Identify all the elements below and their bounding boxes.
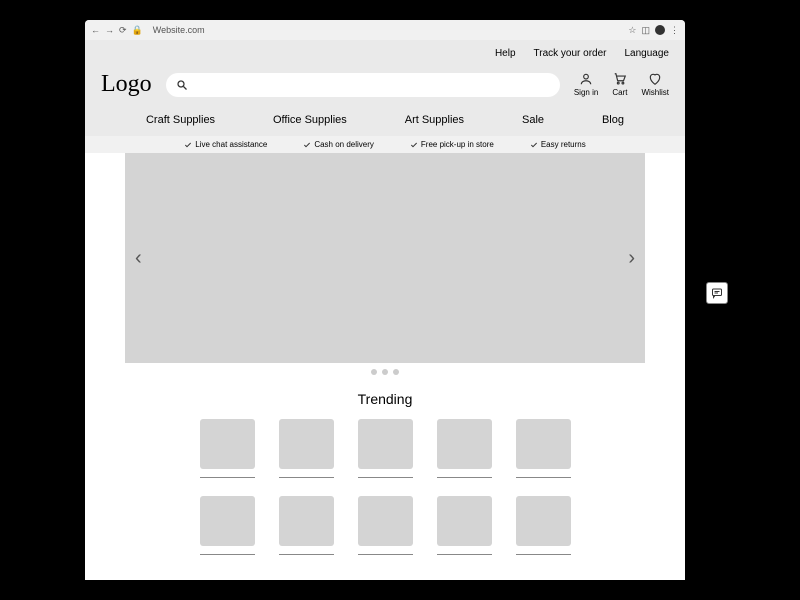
product-image bbox=[279, 496, 334, 546]
product-label-placeholder bbox=[279, 554, 334, 555]
carousel-prev-button[interactable]: ‹ bbox=[135, 247, 142, 270]
chat-icon bbox=[711, 287, 723, 299]
signin-button[interactable]: Sign in bbox=[574, 72, 598, 97]
product-card[interactable] bbox=[516, 419, 571, 478]
forward-icon[interactable]: → bbox=[105, 25, 114, 35]
hero-carousel: ‹ › bbox=[125, 153, 645, 363]
wishlist-label: Wishlist bbox=[641, 88, 669, 97]
product-card[interactable] bbox=[437, 496, 492, 555]
benefit-cod: Cash on delivery bbox=[303, 140, 374, 149]
benefit-bar: Live chat assistance Cash on delivery Fr… bbox=[85, 136, 685, 153]
back-icon[interactable]: ← bbox=[91, 25, 100, 35]
track-order-link[interactable]: Track your order bbox=[534, 48, 607, 59]
product-label-placeholder bbox=[200, 554, 255, 555]
benefit-chat-label: Live chat assistance bbox=[195, 140, 267, 149]
product-label-placeholder bbox=[516, 477, 571, 478]
carousel-dot[interactable] bbox=[382, 369, 388, 375]
product-label-placeholder bbox=[516, 554, 571, 555]
benefit-returns: Easy returns bbox=[530, 140, 586, 149]
trending-row-1 bbox=[85, 419, 685, 478]
product-image bbox=[279, 419, 334, 469]
product-image bbox=[358, 419, 413, 469]
lock-icon: 🔒 bbox=[132, 25, 143, 36]
product-card[interactable] bbox=[358, 496, 413, 555]
cart-icon bbox=[613, 72, 627, 86]
product-label-placeholder bbox=[358, 554, 413, 555]
star-icon[interactable]: ☆ bbox=[628, 25, 636, 36]
reload-icon[interactable]: ⟳ bbox=[119, 25, 127, 36]
header: Logo Sign in Cart Wishlist bbox=[85, 67, 685, 108]
url-text[interactable]: Website.com bbox=[153, 25, 623, 35]
product-image bbox=[358, 496, 413, 546]
product-card[interactable] bbox=[437, 419, 492, 478]
product-card[interactable] bbox=[200, 419, 255, 478]
wishlist-button[interactable]: Wishlist bbox=[641, 72, 669, 97]
carousel-dots bbox=[85, 369, 685, 375]
product-image bbox=[437, 419, 492, 469]
product-label-placeholder bbox=[279, 477, 334, 478]
product-image bbox=[200, 496, 255, 546]
main-nav: Craft Supplies Office Supplies Art Suppl… bbox=[85, 108, 685, 136]
product-card[interactable] bbox=[279, 419, 334, 478]
cart-label: Cart bbox=[612, 88, 627, 97]
product-label-placeholder bbox=[200, 477, 255, 478]
carousel-next-button[interactable]: › bbox=[628, 247, 635, 270]
heart-icon bbox=[648, 72, 662, 86]
product-image bbox=[437, 496, 492, 546]
nav-blog[interactable]: Blog bbox=[602, 114, 624, 126]
signin-label: Sign in bbox=[574, 88, 598, 97]
nav-office-supplies[interactable]: Office Supplies bbox=[273, 114, 347, 126]
help-link[interactable]: Help bbox=[495, 48, 516, 59]
menu-icon[interactable]: ⋮ bbox=[670, 25, 679, 36]
user-icon bbox=[579, 72, 593, 86]
product-card[interactable] bbox=[358, 419, 413, 478]
nav-art-supplies[interactable]: Art Supplies bbox=[405, 114, 464, 126]
search-input[interactable] bbox=[166, 73, 560, 97]
check-icon bbox=[410, 141, 418, 149]
benefit-pickup: Free pick-up in store bbox=[410, 140, 494, 149]
search-icon bbox=[176, 79, 188, 91]
benefit-chat: Live chat assistance bbox=[184, 140, 267, 149]
trending-heading: Trending bbox=[85, 391, 685, 407]
check-icon bbox=[530, 141, 538, 149]
check-icon bbox=[303, 141, 311, 149]
avatar-icon[interactable] bbox=[655, 25, 665, 35]
nav-craft-supplies[interactable]: Craft Supplies bbox=[146, 114, 215, 126]
product-card[interactable] bbox=[279, 496, 334, 555]
product-image bbox=[516, 419, 571, 469]
carousel-dot[interactable] bbox=[371, 369, 377, 375]
product-label-placeholder bbox=[437, 554, 492, 555]
benefit-returns-label: Easy returns bbox=[541, 140, 586, 149]
nav-sale[interactable]: Sale bbox=[522, 114, 544, 126]
browser-chrome: ← → ⟳ 🔒 Website.com ☆ ◫ ⋮ bbox=[85, 20, 685, 40]
product-image bbox=[516, 496, 571, 546]
language-link[interactable]: Language bbox=[625, 48, 670, 59]
benefit-cod-label: Cash on delivery bbox=[314, 140, 374, 149]
product-card[interactable] bbox=[516, 496, 571, 555]
trending-row-2 bbox=[85, 496, 685, 555]
product-image bbox=[200, 419, 255, 469]
product-label-placeholder bbox=[437, 477, 492, 478]
benefit-pickup-label: Free pick-up in store bbox=[421, 140, 494, 149]
extension-icon[interactable]: ◫ bbox=[641, 25, 650, 36]
chat-widget-button[interactable] bbox=[706, 282, 728, 304]
check-icon bbox=[184, 141, 192, 149]
carousel-dot[interactable] bbox=[393, 369, 399, 375]
product-card[interactable] bbox=[200, 496, 255, 555]
top-utility-bar: Help Track your order Language bbox=[85, 40, 685, 67]
logo[interactable]: Logo bbox=[101, 71, 152, 98]
cart-button[interactable]: Cart bbox=[612, 72, 627, 97]
product-label-placeholder bbox=[358, 477, 413, 478]
